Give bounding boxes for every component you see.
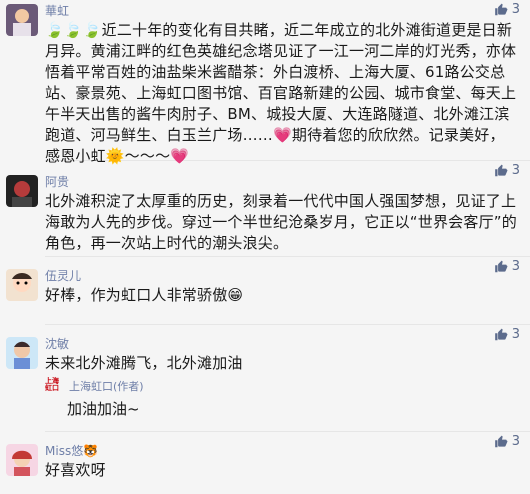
avatar[interactable] (6, 337, 38, 369)
author-name[interactable]: 上海虹口(作者) (69, 378, 144, 394)
avatar[interactable] (6, 4, 38, 36)
author-reply-text: 加油加油~ (67, 400, 140, 418)
avatar[interactable] (6, 444, 38, 476)
like-count: 3 (511, 2, 520, 17)
comment-text: 北外滩积淀了太厚重的历史，刻录着一代代中国人强国梦想，见证了上海敢为人先的步伐。… (45, 192, 517, 252)
comment-text: 好棒，作为虹口人非常骄傲😁 (45, 286, 244, 304)
like-button[interactable]: 3 (494, 327, 520, 342)
like-button[interactable]: 3 (494, 259, 520, 274)
commenter-name[interactable]: Miss悠🐯 (45, 442, 518, 460)
comment-item: 華虹 🍃🍃🍃近二十年的变化有目共睹，近二年成立的北外滩街道更是日新月异。黄浦江畔… (0, 0, 530, 165)
comment-item: 阿贵 北外滩积淀了太厚重的历史，刻录着一代代中国人强国梦想，见证了上海敢为人先的… (0, 161, 530, 256)
like-button[interactable]: 3 (494, 434, 520, 449)
comment-text: 好喜欢呀 (45, 461, 106, 479)
author-reply: 上海 虹口 上海虹口(作者) (45, 378, 518, 394)
like-count: 3 (511, 163, 520, 178)
thumb-up-icon (494, 260, 508, 272)
thumb-up-icon (494, 435, 508, 447)
commenter-name[interactable]: 沈敏 (45, 335, 518, 353)
commenter-name[interactable]: 華虹 (45, 2, 518, 20)
thumb-up-icon (494, 3, 508, 15)
thumb-up-icon (494, 164, 508, 176)
commenter-name[interactable]: 阿贵 (45, 173, 518, 191)
comment-item: Miss悠🐯 好喜欢呀 3 (0, 432, 530, 494)
like-count: 3 (511, 434, 520, 449)
author-logo: 上海 虹口 (45, 377, 59, 392)
comment-item: 伍灵儿 好棒，作为虹口人非常骄傲😁 3 (0, 257, 530, 324)
like-button[interactable]: 3 (494, 2, 520, 17)
comment-list: 華虹 🍃🍃🍃近二十年的变化有目共睹，近二年成立的北外滩街道更是日新月异。黄浦江畔… (0, 0, 530, 493)
like-button[interactable]: 3 (494, 163, 520, 178)
comment-text: 未来北外滩腾飞，北外滩加油 (45, 354, 243, 372)
comment-text: 🍃🍃🍃近二十年的变化有目共睹，近二年成立的北外滩街道更是日新月异。黄浦江畔的红色… (45, 21, 517, 165)
like-count: 3 (511, 259, 520, 274)
avatar[interactable] (6, 175, 38, 207)
thumb-up-icon (494, 328, 508, 340)
like-count: 3 (511, 327, 520, 342)
comment-item: 沈敏 未来北外滩腾飞，北外滩加油 上海 虹口 上海虹口(作者) 加油加油~ 3 (0, 325, 530, 431)
avatar[interactable] (6, 269, 38, 301)
commenter-name[interactable]: 伍灵儿 (45, 267, 518, 285)
